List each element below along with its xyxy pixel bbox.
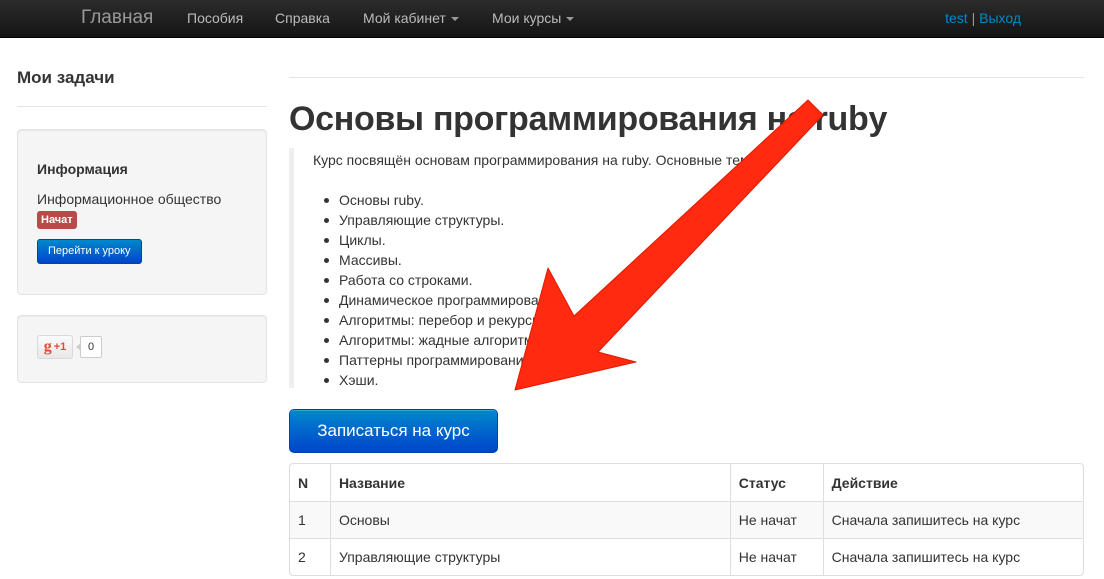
user-area: test | Выход: [945, 10, 1021, 26]
lesson-action: Сначала запишитесь на курс: [822, 538, 1083, 575]
brand-link[interactable]: Главная: [81, 7, 153, 29]
list-item: Алгоритмы: жадные алгоритмы.: [320, 330, 566, 350]
table-row: 1 Основы Не начат Сначала запишитесь на …: [290, 501, 1083, 538]
main-divider: [289, 77, 1084, 78]
sidebar-divider: [17, 106, 267, 107]
user-separator: |: [971, 10, 976, 26]
lesson-name: Основы: [329, 501, 730, 538]
course-description: Курс посвящён основам программирования н…: [289, 148, 1079, 388]
top-navbar: Главная Пособия Справка Мой кабинет Мои …: [0, 0, 1104, 38]
nav-item-my-cabinet[interactable]: Мой кабинет: [363, 10, 459, 26]
plus-one-count: 0: [76, 336, 102, 358]
nav-item-guides[interactable]: Пособия: [187, 10, 243, 26]
logout-link[interactable]: Выход: [979, 10, 1021, 26]
list-item: Алгоритмы: перебор и рекурсия.: [320, 310, 566, 330]
chevron-down-icon: [450, 17, 459, 22]
list-item: Паттерны программирования.: [320, 350, 566, 370]
enroll-course-button[interactable]: Записаться на курс: [289, 409, 498, 453]
chevron-down-icon: [566, 17, 575, 22]
column-header-action: Действие: [822, 464, 1083, 501]
google-plus-one-button[interactable]: g +1: [37, 335, 73, 359]
list-item: Циклы.: [320, 230, 566, 250]
info-panel: Информация Информационное общество Начат…: [17, 129, 267, 295]
user-profile-link[interactable]: test: [945, 10, 968, 26]
list-item: Хэши.: [320, 370, 566, 390]
list-item: Массивы.: [320, 250, 566, 270]
lesson-status: Не начат: [729, 501, 823, 538]
current-course-name: Информационное общество: [37, 191, 222, 207]
social-panel: g +1 0: [17, 315, 267, 383]
lesson-number: 1: [290, 501, 330, 538]
status-badge: Начат: [37, 211, 77, 229]
nav-item-my-cabinet-label: Мой кабинет: [363, 10, 446, 26]
list-item: Динамическое программирование.: [320, 290, 566, 310]
lessons-table: N Название Статус Действие 1 Основы Не н…: [289, 463, 1084, 576]
list-item: Управляющие структуры.: [320, 210, 566, 230]
plus-one-label: +1: [53, 341, 67, 353]
list-item: Работа со строками.: [320, 270, 566, 290]
table-row: 2 Управляющие структуры Не начат Сначала…: [290, 538, 1083, 575]
nav-item-my-courses-label: Мои курсы: [492, 10, 562, 26]
list-item: Основы ruby.: [320, 190, 566, 210]
course-description-text: Курс посвящён основам программирования н…: [313, 152, 764, 168]
sidebar-title: Мои задачи: [17, 68, 115, 87]
column-header-status: Статус: [729, 464, 823, 501]
column-header-number: N: [298, 474, 309, 491]
go-to-lesson-button[interactable]: Перейти к уроку: [37, 239, 142, 264]
lesson-number: 2: [290, 538, 330, 575]
topic-list: Основы ruby. Управляющие структуры. Цикл…: [320, 190, 566, 390]
nav-item-help[interactable]: Справка: [275, 10, 330, 26]
lesson-status: Не начат: [729, 538, 823, 575]
page-title: Основы программирования на ruby: [289, 100, 888, 138]
info-title: Информация: [37, 161, 128, 177]
lesson-action: Сначала запишитесь на курс: [822, 501, 1083, 538]
table-header-row: N Название Статус Действие: [290, 464, 1083, 501]
column-header-name: Название: [329, 464, 730, 501]
nav-item-my-courses[interactable]: Мои курсы: [492, 10, 575, 26]
lesson-name: Управляющие структуры: [329, 538, 730, 575]
google-plus-icon: g: [43, 338, 52, 355]
